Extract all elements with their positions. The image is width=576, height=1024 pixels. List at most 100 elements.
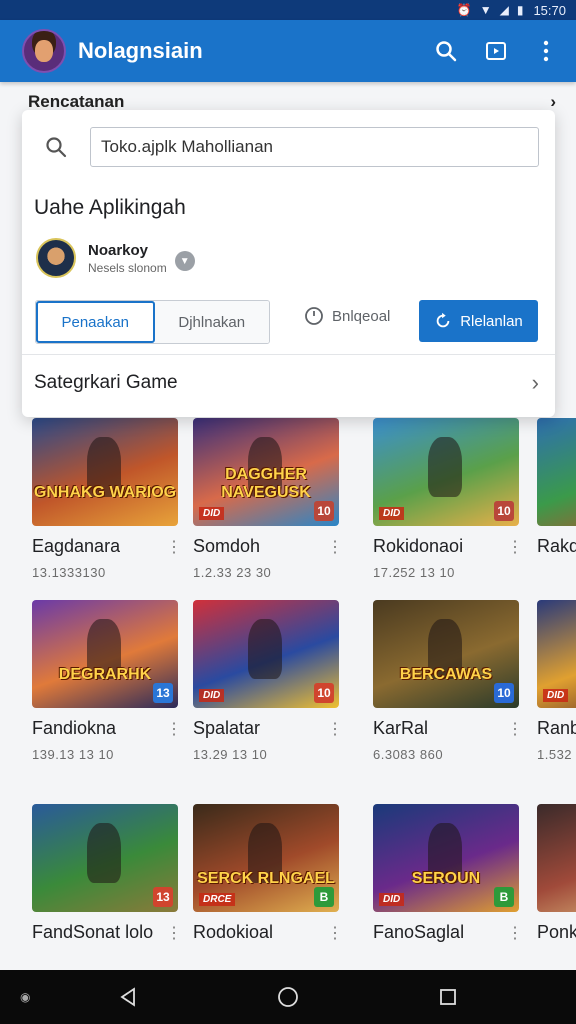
more-vert-icon[interactable]: ⋮ <box>166 719 182 739</box>
more-vert-icon[interactable]: ⋮ <box>166 923 182 943</box>
game-title: Spalatar <box>193 718 261 738</box>
game-tag: DID <box>199 507 225 520</box>
battery-icon: ▮ <box>516 3 524 17</box>
game-card[interactable]: GNHAKG WARIOG Eagdanara ⋮ 13.1333130 <box>32 418 182 580</box>
search-icon[interactable] <box>36 127 76 167</box>
game-card[interactable]: Rakd⋮ <box>537 418 576 557</box>
game-card[interactable]: SEROUN DID B FanoSaglal ⋮ <box>373 804 523 943</box>
game-thumbnail[interactable]: SERCK RLNGAEL DRCE B <box>193 804 339 912</box>
game-thumbnail[interactable]: 13 <box>32 804 178 912</box>
more-vert-icon[interactable] <box>532 37 560 65</box>
overlay-panel: Uahe Aplikingah Noarkoy Nesels slonom ▼ … <box>22 110 555 417</box>
game-thumbnail[interactable] <box>537 418 576 526</box>
segmented-control: Penaakan Djhlnakan <box>35 300 270 344</box>
game-thumbnail[interactable]: BERCAWAS 10 <box>373 600 519 708</box>
system-nav-bar: ◉ <box>0 970 576 1024</box>
game-card[interactable]: 13 FandSonat lolo ⋮ <box>32 804 182 943</box>
game-tag: DID <box>199 689 225 702</box>
game-thumbnail[interactable]: DAGGHER NAVEGUSK DID 10 <box>193 418 339 526</box>
game-title: Somdoh <box>193 536 261 556</box>
game-thumbnail[interactable]: DID <box>537 600 576 708</box>
segment-djhlnakan[interactable]: Djhlnakan <box>154 301 269 343</box>
more-vert-icon[interactable]: ⋮ <box>507 719 523 739</box>
location-icon: ◉ <box>20 990 31 1004</box>
category-label: Sategrkari Game <box>34 372 178 393</box>
chevron-right-icon: › <box>531 370 539 395</box>
game-thumbnail[interactable]: DEGRARHK 13 <box>32 600 178 708</box>
game-thumbnail[interactable]: DID 10 <box>193 600 339 708</box>
search-input[interactable] <box>90 127 539 167</box>
cast-icon[interactable] <box>482 37 510 65</box>
game-logo: BERCAWAS <box>399 666 493 683</box>
game-badge: 10 <box>314 683 334 703</box>
game-thumbnail[interactable]: GNHAKG WARIOG <box>32 418 178 526</box>
game-badge: 13 <box>153 887 173 907</box>
user-subtitle: Nesels slonom <box>88 260 167 275</box>
clock-icon <box>305 307 323 325</box>
game-card[interactable]: DID 10 Spalatar ⋮ 13.29 13 10 <box>193 600 343 762</box>
app-avatar[interactable] <box>22 29 66 73</box>
user-name: Noarkoy <box>88 241 149 259</box>
game-meta: 1.2.33 23 30 <box>193 565 272 580</box>
game-meta: 6.3083 860 <box>373 747 444 762</box>
primary-button[interactable]: Rlelanlan <box>419 300 538 342</box>
game-badge: 10 <box>314 501 334 521</box>
game-badge: B <box>314 887 334 907</box>
search-icon[interactable] <box>432 37 460 65</box>
game-meta: 13.1333130 <box>32 565 106 580</box>
game-card[interactable]: DID 10 Rokidonaoi ⋮ 17.252 13 10 <box>373 418 523 580</box>
game-tag: DID <box>543 689 569 702</box>
option-label: Bnlqeoal <box>332 307 391 325</box>
game-meta: 13.29 13 10 <box>193 747 268 762</box>
section-title: Rencatanan <box>28 92 125 111</box>
game-logo: SEROUN <box>411 870 481 887</box>
game-card[interactable]: DAGGHER NAVEGUSK DID 10 Somdoh ⋮ 1.2.33 23 30 <box>193 418 343 580</box>
panel-heading: Uahe Aplikingah <box>34 196 186 219</box>
more-vert-icon[interactable]: ⋮ <box>507 923 523 943</box>
game-title: Ponk <box>537 922 576 942</box>
game-character-art <box>248 619 283 680</box>
game-meta: 17.252 13 10 <box>373 565 455 580</box>
segment-penaakan[interactable]: Penaakan <box>36 301 155 343</box>
primary-label: Rlelanlan <box>460 312 523 330</box>
game-tag: DRCE <box>199 893 236 906</box>
game-card[interactable]: DIDRanb⋮1.532 <box>537 600 576 762</box>
game-thumbnail[interactable]: FAI <box>537 804 576 912</box>
game-logo: DAGGHER NAVEGUSK <box>221 466 311 501</box>
game-logo: DEGRARHK <box>58 666 152 683</box>
category-row[interactable]: Sategrkari Game › <box>34 360 539 406</box>
game-logo: SERCK RLNGAEL <box>197 870 335 887</box>
status-bar: ⏰ ▼ ◢ ▮ 15:70 <box>0 0 576 20</box>
more-vert-icon[interactable]: ⋮ <box>166 537 182 557</box>
divider <box>22 354 555 355</box>
game-meta: 1.532 <box>537 747 573 762</box>
home-icon[interactable] <box>268 977 308 1017</box>
app-bar: Nolagnsiain <box>0 20 576 82</box>
game-meta: 139.13 13 10 <box>32 747 114 762</box>
more-vert-icon[interactable]: ⋮ <box>327 719 343 739</box>
game-title: Fandiokna <box>32 718 117 738</box>
game-card[interactable]: DEGRARHK 13 Fandiokna ⋮ 139.13 13 10 <box>32 600 182 762</box>
game-thumbnail[interactable]: SEROUN DID B <box>373 804 519 912</box>
status-icons: ⏰ ▼ ◢ ▮ <box>457 3 524 17</box>
game-card[interactable]: SERCK RLNGAEL DRCE B Rodokioal ⋮ <box>193 804 343 943</box>
back-icon[interactable] <box>108 977 148 1017</box>
game-grid: GNHAKG WARIOG Eagdanara ⋮ 13.1333130 DAGGHER… <box>0 410 576 970</box>
more-vert-icon[interactable]: ⋮ <box>327 923 343 943</box>
alarm-icon: ⏰ <box>456 3 472 17</box>
user-row[interactable]: Noarkoy Nesels slonom ▼ <box>36 238 195 278</box>
more-vert-icon[interactable]: ⋮ <box>507 537 523 557</box>
signal-icon: ◢ <box>499 3 509 17</box>
chevron-right-icon[interactable]: › <box>550 92 556 112</box>
game-title: Rakd <box>537 536 576 556</box>
more-vert-icon[interactable]: ⋮ <box>327 537 343 557</box>
game-thumbnail[interactable]: DID 10 <box>373 418 519 526</box>
game-badge: 13 <box>153 683 173 703</box>
recents-icon[interactable] <box>428 977 468 1017</box>
game-title: Eagdanara <box>32 536 121 556</box>
refresh-icon <box>436 312 450 328</box>
option-button[interactable]: Bnlqeoal <box>304 306 390 326</box>
game-card[interactable]: BERCAWAS 10 KarRal ⋮ 6.3083 860 <box>373 600 523 762</box>
game-card[interactable]: FAIPonk⋮ <box>537 804 576 943</box>
status-time: 15:70 <box>533 2 566 18</box>
